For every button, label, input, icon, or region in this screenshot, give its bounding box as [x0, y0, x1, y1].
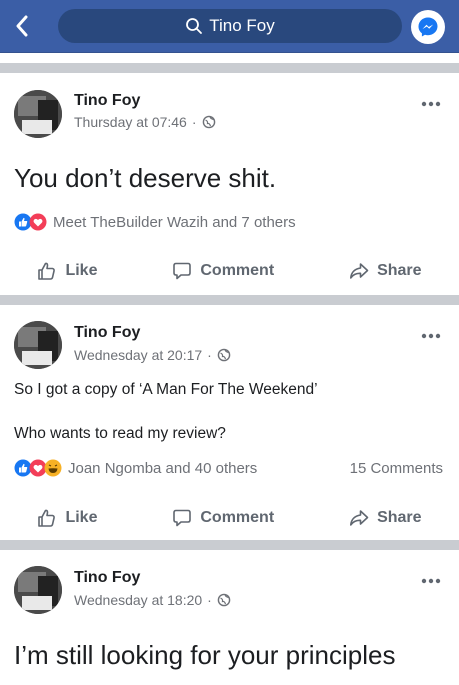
separator — [0, 295, 459, 305]
messenger-icon — [418, 17, 438, 37]
more-dots-icon — [421, 101, 441, 107]
post: Tino Foy Thursday at 07:46 · You don’t d… — [0, 73, 459, 295]
meta-dot: · — [207, 592, 212, 608]
avatar-photo — [14, 321, 62, 369]
back-arrow-icon — [16, 15, 28, 37]
reaction-icons — [14, 213, 47, 231]
thumbs-up-icon — [38, 262, 56, 280]
post-actions: Like Comment Share — [0, 501, 459, 535]
share-arrow-icon — [350, 510, 369, 526]
post-actions: Like Comment Share — [0, 254, 459, 288]
post-author[interactable]: Tino Foy — [74, 92, 140, 110]
share-label: Share — [377, 262, 422, 279]
post-timestamp[interactable]: Wednesday at 18:20 — [74, 592, 202, 608]
more-options-button[interactable] — [419, 95, 443, 113]
post: Tino Foy Wednesday at 20:17 · So I got a… — [0, 305, 459, 540]
like-label: Like — [65, 262, 98, 279]
avatar[interactable] — [14, 566, 62, 614]
like-label: Like — [65, 509, 98, 526]
share-label: Share — [377, 509, 422, 526]
share-button[interactable]: Share — [349, 508, 422, 528]
comment-button[interactable]: Comment — [172, 261, 274, 281]
avatar-photo — [14, 566, 62, 614]
post-author[interactable]: Tino Foy — [74, 569, 140, 587]
comments-count[interactable]: 15 Comments — [350, 460, 443, 477]
more-options-button[interactable] — [419, 327, 443, 345]
avatar[interactable] — [14, 90, 62, 138]
comment-button[interactable]: Comment — [172, 508, 274, 528]
share-arrow-icon — [350, 263, 369, 279]
separator — [0, 63, 459, 73]
like-button[interactable]: Like — [37, 261, 97, 281]
more-dots-icon — [421, 578, 441, 584]
comment-label: Comment — [200, 262, 275, 279]
avatar[interactable] — [14, 321, 62, 369]
post-author[interactable]: Tino Foy — [74, 324, 140, 342]
post-meta: Thursday at 07:46 · — [74, 114, 216, 130]
thumbs-up-icon — [38, 509, 56, 527]
more-options-button[interactable] — [419, 572, 443, 590]
reactions-text: Meet TheBuilder Wazih and 7 others — [53, 213, 296, 231]
post-text-line: Who wants to read my review? — [14, 425, 226, 442]
post-meta: Wednesday at 18:20 · — [74, 592, 231, 608]
public-globe-icon — [217, 593, 231, 607]
post-text: You don’t deserve shit. — [14, 163, 277, 193]
post: Tino Foy Wednesday at 18:20 · I’m still … — [0, 550, 459, 685]
more-dots-icon — [421, 333, 441, 339]
reactions-summary[interactable]: Meet TheBuilder Wazih and 7 others — [14, 213, 296, 231]
public-globe-icon — [217, 348, 231, 362]
search-bar[interactable]: Tino Foy — [58, 9, 402, 43]
back-button[interactable] — [10, 13, 34, 39]
reactions-text: Joan Ngomba and 40 others — [68, 459, 258, 477]
public-globe-icon — [202, 115, 215, 129]
like-button[interactable]: Like — [37, 508, 97, 528]
post-text: I’m still looking for your principles — [14, 640, 396, 670]
share-button[interactable]: Share — [349, 261, 422, 281]
comment-bubble-icon — [173, 509, 192, 527]
messenger-button[interactable] — [411, 10, 445, 44]
post-text-line: So I got a copy of ‘A Man For The Weeken… — [14, 381, 318, 398]
top-bar: Tino Foy — [0, 0, 459, 53]
separator — [0, 540, 459, 550]
post-timestamp[interactable]: Thursday at 07:46 — [74, 114, 187, 130]
post-timestamp[interactable]: Wednesday at 20:17 — [74, 347, 202, 363]
comment-label: Comment — [200, 509, 275, 526]
avatar-photo — [14, 90, 62, 138]
reaction-icons — [14, 459, 62, 477]
post-meta: Wednesday at 20:17 · — [74, 347, 231, 363]
love-reaction-icon — [29, 213, 47, 231]
reactions-summary[interactable]: Joan Ngomba and 40 others — [14, 459, 257, 477]
meta-dot: · — [191, 114, 197, 130]
meta-dot: · — [207, 347, 212, 363]
comment-bubble-icon — [173, 262, 192, 280]
haha-reaction-icon — [44, 459, 62, 477]
search-text: Tino Foy — [209, 16, 275, 35]
search-icon — [186, 18, 203, 34]
